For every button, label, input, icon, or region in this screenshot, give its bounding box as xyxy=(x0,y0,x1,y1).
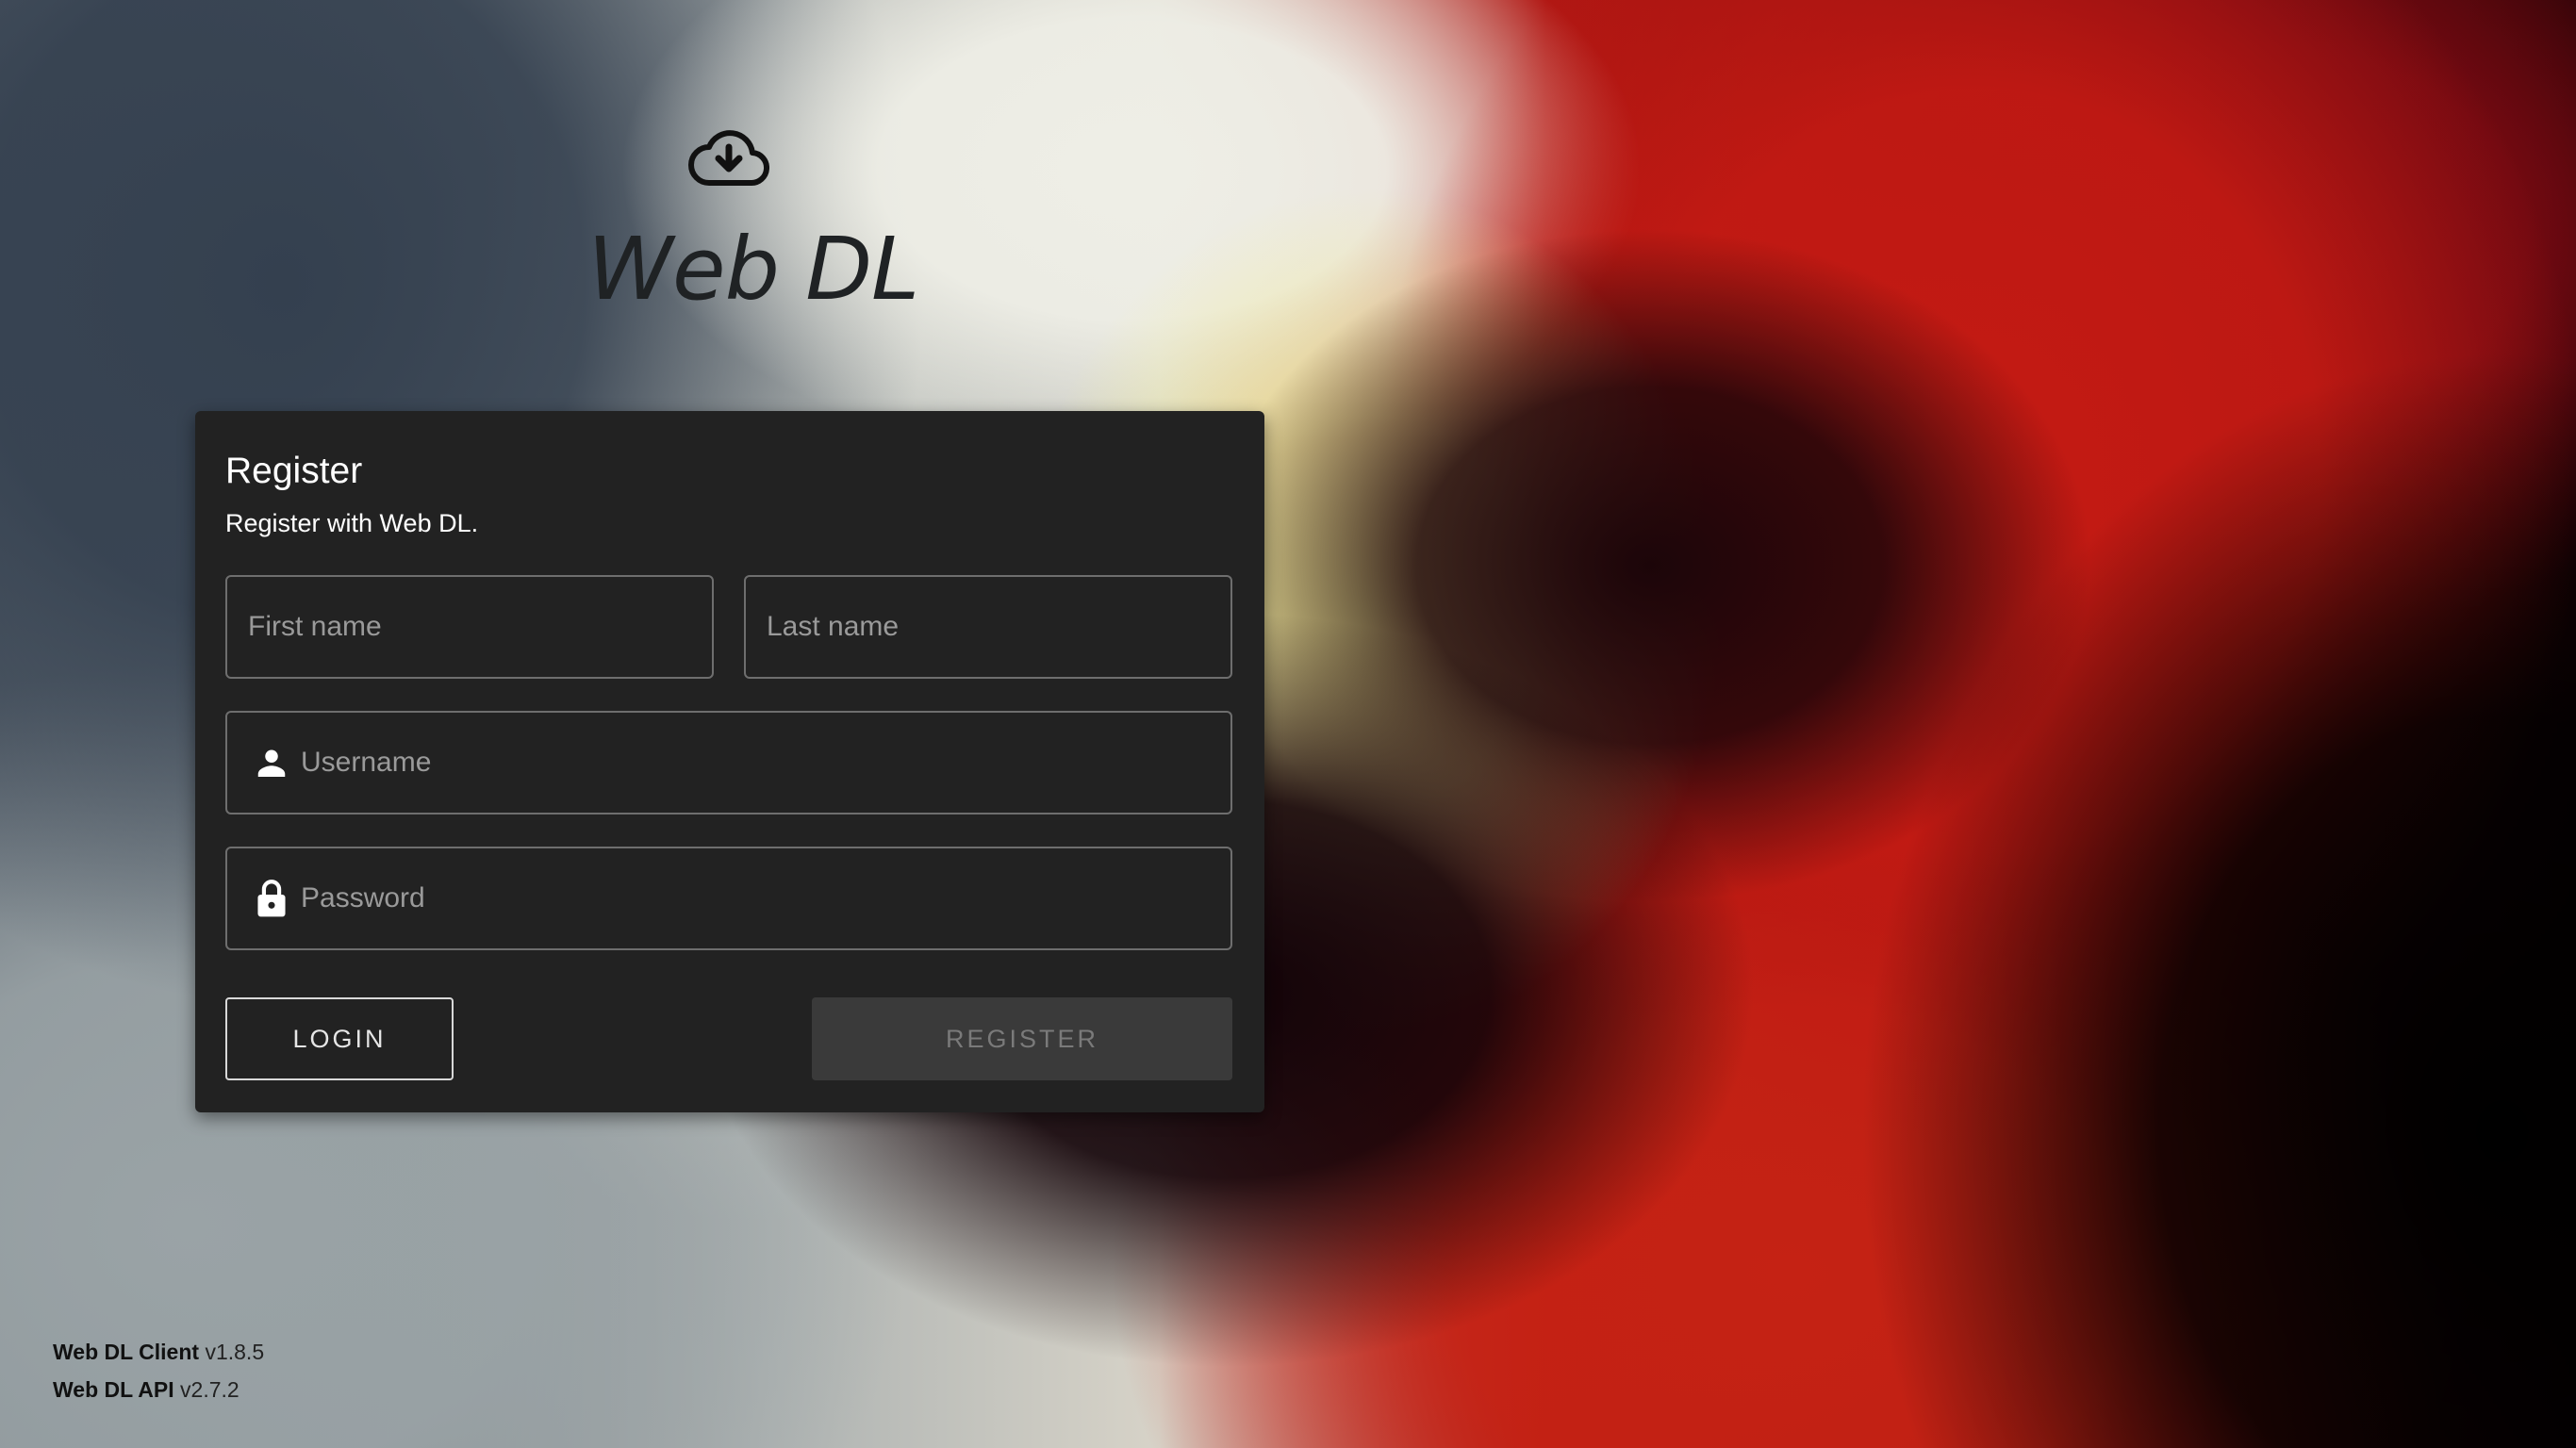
client-version-line: Web DL Client v1.8.5 xyxy=(53,1333,264,1371)
lock-icon xyxy=(254,879,289,918)
card-subtitle: Register with Web DL. xyxy=(225,509,479,537)
version-footer: Web DL Client v1.8.5 Web DL API v2.7.2 xyxy=(53,1333,264,1408)
password-field[interactable] xyxy=(225,847,1232,950)
client-name: Web DL Client xyxy=(53,1340,200,1364)
api-name: Web DL API xyxy=(53,1377,174,1402)
person-icon xyxy=(254,743,289,782)
login-button[interactable]: LOGIN xyxy=(225,997,454,1080)
card-title: Register xyxy=(225,451,363,491)
api-version: v2.7.2 xyxy=(180,1377,239,1402)
last-name-input[interactable] xyxy=(767,577,1215,677)
last-name-field[interactable] xyxy=(744,575,1232,679)
first-name-input[interactable] xyxy=(248,577,697,677)
app-title: Web DL xyxy=(587,219,919,320)
username-input[interactable] xyxy=(301,713,1215,813)
register-card: Register Register with Web DL. LOGIN REG… xyxy=(195,411,1264,1112)
client-version: v1.8.5 xyxy=(205,1340,265,1364)
first-name-field[interactable] xyxy=(225,575,714,679)
register-button[interactable]: REGISTER xyxy=(812,997,1232,1080)
username-field[interactable] xyxy=(225,711,1232,814)
password-input[interactable] xyxy=(301,848,1215,948)
cloud-download-icon xyxy=(688,126,769,189)
api-version-line: Web DL API v2.7.2 xyxy=(53,1371,264,1408)
